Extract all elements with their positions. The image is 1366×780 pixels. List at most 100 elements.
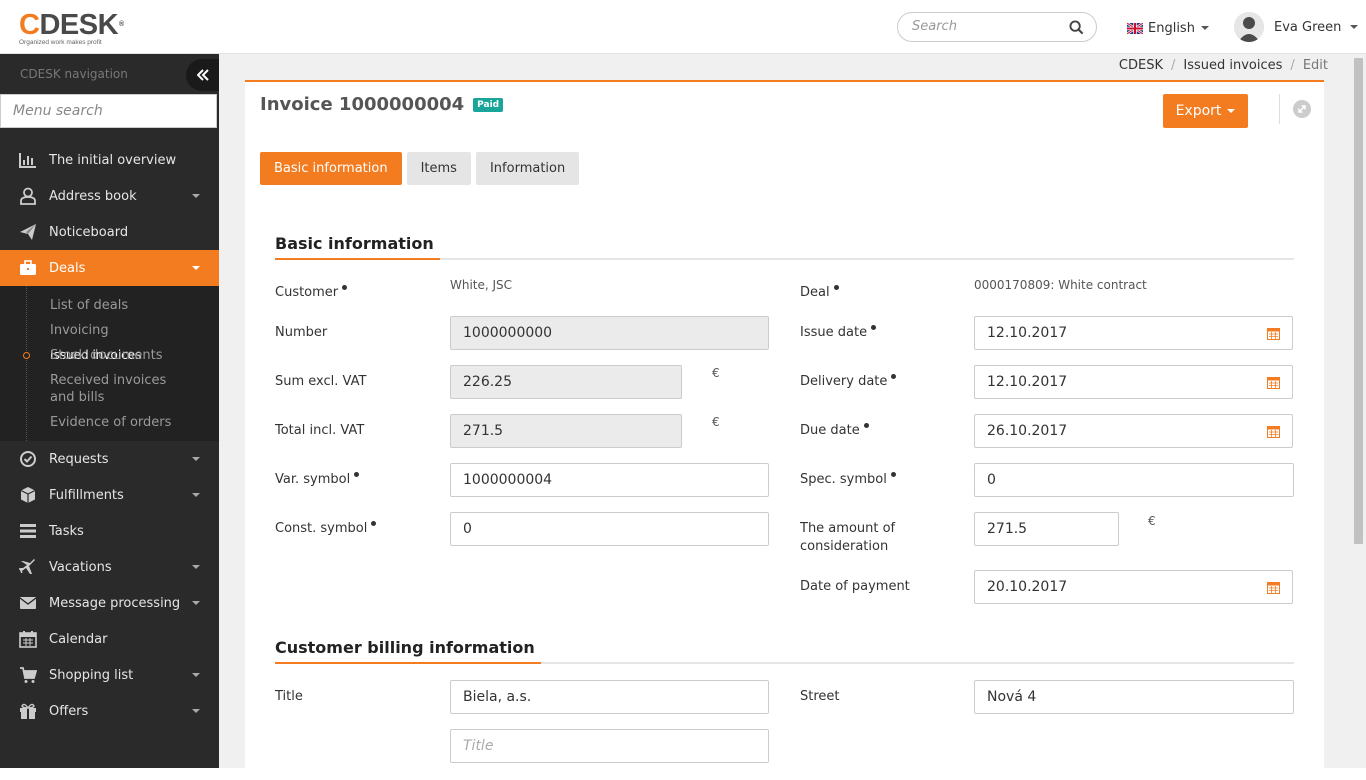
sidebar: CDESK navigation The initial overview Ad… <box>0 54 226 768</box>
date-of-payment-field[interactable]: 20.10.2017 <box>974 570 1293 604</box>
double-chevron-left-icon <box>197 69 209 81</box>
sidebar-item-fulfillments[interactable]: Fulfillments <box>0 477 219 513</box>
sidebar-item-tasks[interactable]: Tasks <box>0 513 219 549</box>
due-date-field[interactable]: 26.10.2017 <box>974 414 1293 448</box>
search-icon[interactable] <box>1069 20 1084 35</box>
date-of-payment-label: Date of payment <box>800 579 910 594</box>
language-selector[interactable]: English <box>1127 19 1209 37</box>
chevron-down-icon <box>192 194 200 198</box>
spec-symbol-label: Spec. symbol <box>800 471 896 489</box>
billing-title-field[interactable]: Biela, a.s. <box>450 680 769 714</box>
submenu-item-list-of-deals[interactable]: List of deals <box>0 293 219 318</box>
currency-symbol: € <box>712 415 720 429</box>
submenu-item-invoicing[interactable]: Invoicing <box>0 318 219 343</box>
export-button[interactable]: Export <box>1163 94 1248 128</box>
calendar-icon[interactable] <box>1267 581 1280 594</box>
chart-icon <box>19 153 36 168</box>
consideration-field[interactable]: 271.5 <box>974 512 1119 546</box>
tab-basic-information[interactable]: Basic information <box>260 152 402 185</box>
sidebar-item-label: Shopping list <box>49 667 134 683</box>
breadcrumb-issued-invoices[interactable]: Issued invoices <box>1183 58 1282 73</box>
sidebar-item-requests[interactable]: Requests <box>0 441 219 477</box>
number-field[interactable]: 1000000000 <box>450 316 769 350</box>
sidebar-item-noticeboard[interactable]: Noticeboard <box>0 214 219 250</box>
chevron-down-icon <box>192 601 200 605</box>
chevron-down-icon <box>1200 26 1209 30</box>
sidebar-item-vacations[interactable]: Vacations <box>0 549 219 585</box>
sidebar-item-offers[interactable]: Offers <box>0 693 219 729</box>
top-bar: CDESK® Organized work makes profit Engli… <box>0 0 1366 54</box>
chevron-down-icon <box>192 493 200 497</box>
gift-icon <box>20 703 36 719</box>
sidebar-item-calendar[interactable]: Calendar <box>0 621 219 657</box>
billing-title2-field[interactable]: Title <box>450 729 769 763</box>
sidebar-item-initial-overview[interactable]: The initial overview <box>0 142 219 178</box>
sidebar-item-deals[interactable]: Deals <box>0 250 219 286</box>
total-incl-vat-label: Total incl. VAT <box>275 423 365 438</box>
submenu-item-received-invoices[interactable]: Received invoices and bills <box>0 368 219 410</box>
required-dot-icon <box>863 423 869 428</box>
deal-value[interactable]: 0000170809: White contract <box>974 278 1147 292</box>
user-name: Eva Green <box>1274 19 1342 35</box>
sum-excl-vat-field[interactable]: 226.25 <box>450 365 682 399</box>
logo-text: DESK <box>39 9 119 41</box>
submenu-item-stock-documents[interactable]: Stock documents <box>0 343 219 368</box>
cdesk-logo[interactable]: CDESK® Organized work makes profit <box>19 10 129 46</box>
chevron-down-icon <box>192 266 200 270</box>
chevron-down-icon <box>192 457 200 461</box>
submenu-item-evidence-of-orders[interactable]: Evidence of orders <box>0 410 219 435</box>
var-symbol-field[interactable]: 1000000004 <box>450 463 769 497</box>
tab-bar: Basic information Items Information <box>260 152 580 185</box>
spec-symbol-field[interactable]: 0 <box>974 463 1294 497</box>
customer-value[interactable]: White, JSC <box>450 278 512 292</box>
language-label: English <box>1148 20 1195 36</box>
issue-date-field[interactable]: 12.10.2017 <box>974 316 1293 350</box>
expand-icon[interactable] <box>1293 100 1311 118</box>
chevron-down-icon <box>1350 25 1359 29</box>
currency-symbol: € <box>712 366 720 380</box>
breadcrumb-cdesk[interactable]: CDESK <box>1119 58 1163 73</box>
section-heading: Basic information <box>275 234 440 260</box>
calendar-icon[interactable] <box>1267 425 1280 438</box>
global-search <box>897 12 1097 42</box>
sidebar-item-address-book[interactable]: Address book <box>0 178 219 214</box>
required-dot-icon <box>871 325 877 330</box>
page-title: Invoice 1000000004 Paid <box>260 94 504 115</box>
uk-flag-icon <box>1127 22 1143 34</box>
issue-date-value: 12.10.2017 <box>987 325 1068 341</box>
envelope-icon <box>19 597 37 609</box>
deal-label: Deal <box>800 284 839 302</box>
const-symbol-label: Const. symbol <box>275 520 377 538</box>
sidebar-item-label: Tasks <box>49 523 84 539</box>
street-field[interactable]: Nová 4 <box>974 680 1294 714</box>
issue-date-label: Issue date <box>800 324 877 342</box>
sidebar-item-label: Requests <box>49 451 109 467</box>
menu-search-input[interactable] <box>1 95 216 127</box>
sidebar-menu: The initial overview Address book Notice… <box>0 142 219 729</box>
breadcrumb-edit: Edit <box>1302 58 1328 73</box>
avatar <box>1234 12 1264 42</box>
tab-items[interactable]: Items <box>406 152 471 185</box>
required-dot-icon <box>342 285 348 290</box>
const-symbol-field[interactable]: 0 <box>450 512 769 546</box>
cart-icon <box>20 667 37 683</box>
user-menu[interactable]: Eva Green <box>1234 12 1359 42</box>
sidebar-item-label: Offers <box>49 703 89 719</box>
vertical-scrollbar[interactable] <box>1350 54 1366 768</box>
total-incl-vat-field[interactable]: 271.5 <box>450 414 682 448</box>
scrollbar-thumb[interactable] <box>1354 58 1363 544</box>
sum-excl-vat-label: Sum excl. VAT <box>275 374 367 389</box>
tab-information[interactable]: Information <box>475 152 580 185</box>
delivery-date-field[interactable]: 12.10.2017 <box>974 365 1293 399</box>
search-input[interactable] <box>912 19 1062 34</box>
calendar-icon[interactable] <box>1267 376 1280 389</box>
sidebar-item-label: Address book <box>49 188 137 204</box>
sidebar-item-shopping-list[interactable]: Shopping list <box>0 657 219 693</box>
var-symbol-label: Var. symbol <box>275 471 360 489</box>
sidebar-item-label: Deals <box>49 260 86 276</box>
sidebar-item-message-processing[interactable]: Message processing <box>0 585 219 621</box>
delivery-date-label: Delivery date <box>800 373 897 391</box>
sidebar-item-label: Noticeboard <box>49 224 129 240</box>
customer-billing-section: Customer billing information <box>275 638 1294 664</box>
calendar-icon[interactable] <box>1267 327 1280 340</box>
